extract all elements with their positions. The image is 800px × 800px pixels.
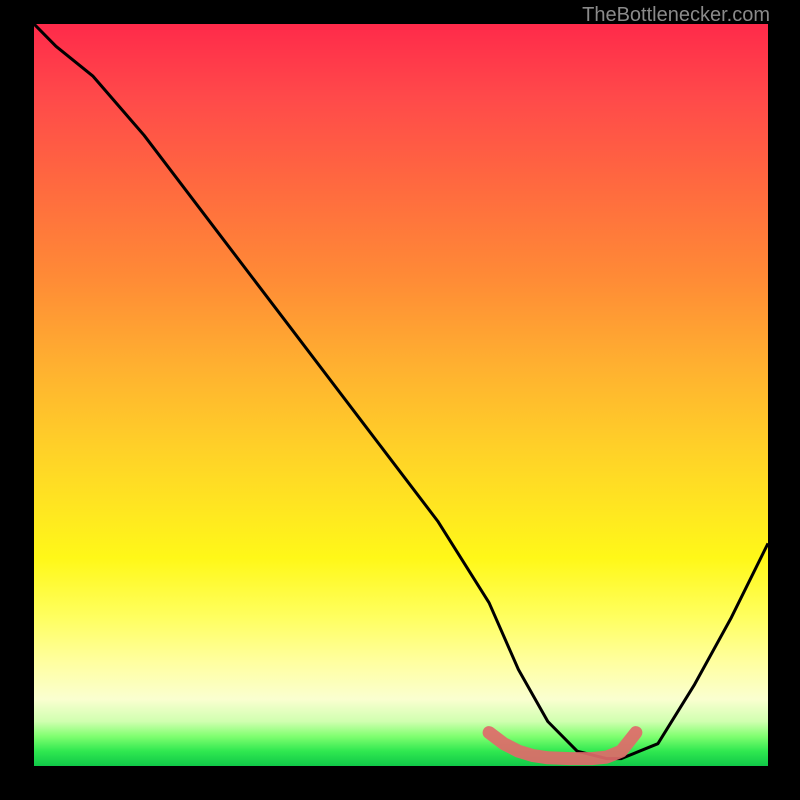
watermark-text: TheBottlenecker.com — [582, 4, 770, 27]
highlight-band — [489, 733, 636, 759]
chart-svg — [34, 24, 768, 766]
chart-container: TheBottlenecker.com — [0, 0, 800, 800]
plot-area — [34, 24, 768, 766]
curve-line — [34, 24, 768, 759]
